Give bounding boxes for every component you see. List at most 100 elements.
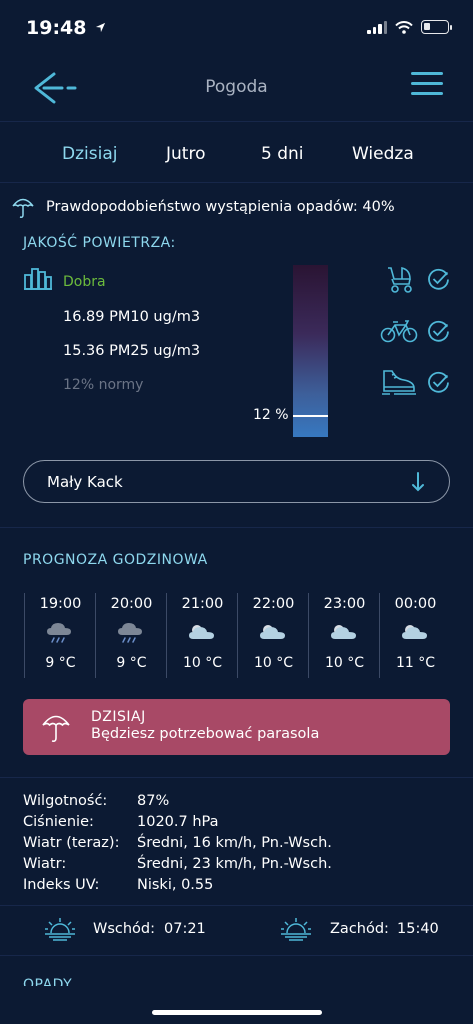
hourly-forecast-list: 19:00 9 °C 20:00 9 °C 21:00 10 °C 22:00 10 °C 23… — [24, 593, 450, 678]
divider — [0, 905, 473, 906]
precipitation-section-title: OPADY — [23, 977, 73, 986]
tab-bar: Dzisiaj Jutro 5 dni Wiedza — [0, 140, 473, 170]
tab-5-days[interactable]: 5 dni — [261, 144, 304, 164]
pm25-value: 15.36 PM25 ug/m3 — [63, 343, 201, 359]
sunrise-icon — [45, 918, 75, 941]
header: Pogoda — [0, 60, 473, 116]
hour-temperature: 10 °C — [253, 655, 294, 671]
hour-time: 00:00 — [394, 596, 437, 612]
battery-icon — [421, 20, 452, 34]
pm10-value: 16.89 PM10 ug/m3 — [63, 309, 201, 325]
divider — [0, 182, 473, 183]
detail-row: Indeks UV: Niski, 0.55 — [23, 877, 450, 898]
buildings-icon — [24, 268, 52, 290]
hour-time: 21:00 — [181, 596, 224, 612]
divider — [0, 777, 473, 778]
check-icon — [428, 320, 449, 342]
hour-temperature: 10 °C — [182, 655, 223, 671]
divider — [0, 121, 473, 122]
umbrella-icon — [12, 198, 34, 218]
menu-icon — [411, 72, 443, 75]
location-arrow-icon — [96, 22, 106, 33]
location-selector[interactable]: Mały Kack — [23, 460, 450, 503]
sunset-icon — [281, 918, 311, 941]
tab-tomorrow[interactable]: Jutro — [166, 144, 205, 164]
activity-bicycle — [380, 316, 452, 346]
sun-times: Wschód: 07:21 Zachód: 15:40 — [0, 912, 473, 946]
location-label: Mały Kack — [47, 473, 123, 491]
hourly-item: 23:00 10 °C — [308, 593, 379, 678]
tab-knowledge[interactable]: Wiedza — [352, 144, 414, 164]
stroller-icon — [388, 266, 412, 293]
hourly-forecast-title: PROGNOZA GODZINOWA — [23, 552, 208, 568]
hour-time: 22:00 — [252, 596, 295, 612]
hour-temperature: 9 °C — [116, 655, 147, 671]
air-quality-marker — [293, 415, 328, 417]
sunset-label: Zachód: — [330, 921, 389, 937]
air-quality-bar-label: 12 % — [253, 407, 289, 423]
detail-value: Średni, 23 km/h, Pn.-Wsch. — [137, 856, 332, 872]
detail-value: 87% — [137, 793, 170, 809]
activity-stroller — [380, 264, 452, 294]
status-bar: 19:48 — [0, 0, 473, 56]
air-quality-level: Dobra — [63, 274, 106, 290]
cloud-icon — [400, 621, 430, 649]
hourly-item: 21:00 10 °C — [166, 593, 237, 678]
detail-label: Wiatr (teraz): — [23, 835, 120, 851]
detail-value: Średni, 16 km/h, Pn.-Wsch. — [137, 835, 332, 851]
bicycle-icon — [380, 320, 418, 343]
home-indicator[interactable] — [152, 1010, 322, 1015]
detail-value: 1020.7 hPa — [137, 814, 219, 830]
sunrise-time: 07:21 — [164, 921, 206, 937]
shoe-icon — [382, 370, 416, 395]
hour-temperature: 10 °C — [324, 655, 365, 671]
menu-button[interactable] — [411, 72, 443, 98]
air-quality-bar — [293, 265, 328, 437]
detail-value: Niski, 0.55 — [137, 877, 214, 893]
sunrise-label: Wschód: — [93, 921, 156, 937]
detail-label: Indeks UV: — [23, 877, 100, 893]
detail-row: Ciśnienie: 1020.7 hPa — [23, 814, 450, 835]
signal-icon — [367, 20, 387, 34]
norm-percent: 12% normy — [63, 377, 144, 393]
activity-running — [380, 367, 452, 397]
cloud-icon — [187, 621, 217, 649]
hour-time: 20:00 — [110, 596, 153, 612]
precipitation-info: Prawdopodobieństwo wystąpienia opadów: 4… — [12, 192, 462, 222]
rain-cloud-icon — [116, 621, 146, 649]
hourly-item: 19:00 9 °C — [24, 593, 95, 678]
check-icon — [428, 268, 449, 290]
detail-label: Wilgotność: — [23, 793, 108, 809]
hourly-item: 20:00 9 °C — [95, 593, 166, 678]
tab-today[interactable]: Dzisiaj — [62, 144, 117, 164]
detail-row: Wilgotność: 87% — [23, 793, 450, 814]
air-quality-title: JAKOŚĆ POWIETRZA: — [23, 235, 176, 251]
status-icons — [367, 20, 452, 34]
hourly-item: 00:00 11 °C — [379, 593, 450, 678]
cloud-icon — [329, 621, 359, 649]
hour-temperature: 11 °C — [395, 655, 436, 671]
sunset-time: 15:40 — [397, 921, 439, 937]
hour-temperature: 9 °C — [45, 655, 76, 671]
detail-row: Wiatr: Średni, 23 km/h, Pn.-Wsch. — [23, 856, 450, 877]
detail-label: Ciśnienie: — [23, 814, 94, 830]
hour-time: 19:00 — [39, 596, 82, 612]
rain-cloud-icon — [45, 621, 75, 649]
hourly-item: 22:00 10 °C — [237, 593, 308, 678]
divider — [0, 955, 473, 956]
arrow-down-icon — [412, 472, 424, 492]
alert-title: DZISIAJ — [91, 709, 146, 725]
alert-text: Będziesz potrzebować parasola — [91, 726, 320, 742]
precipitation-text: Prawdopodobieństwo wystąpienia opadów: 4… — [46, 199, 395, 215]
cloud-icon — [258, 621, 288, 649]
hour-time: 23:00 — [323, 596, 366, 612]
wifi-icon — [395, 20, 413, 34]
detail-label: Wiatr: — [23, 856, 67, 872]
divider — [0, 527, 473, 528]
check-icon — [428, 371, 449, 393]
status-time: 19:48 — [26, 17, 106, 39]
page-title: Pogoda — [205, 77, 268, 97]
umbrella-icon — [42, 715, 70, 742]
weather-details: Wilgotność: 87% Ciśnienie: 1020.7 hPa Wiatr … — [23, 793, 450, 898]
detail-row: Wiatr (teraz): Średni, 16 km/h, Pn.-Wsch. — [23, 835, 450, 856]
